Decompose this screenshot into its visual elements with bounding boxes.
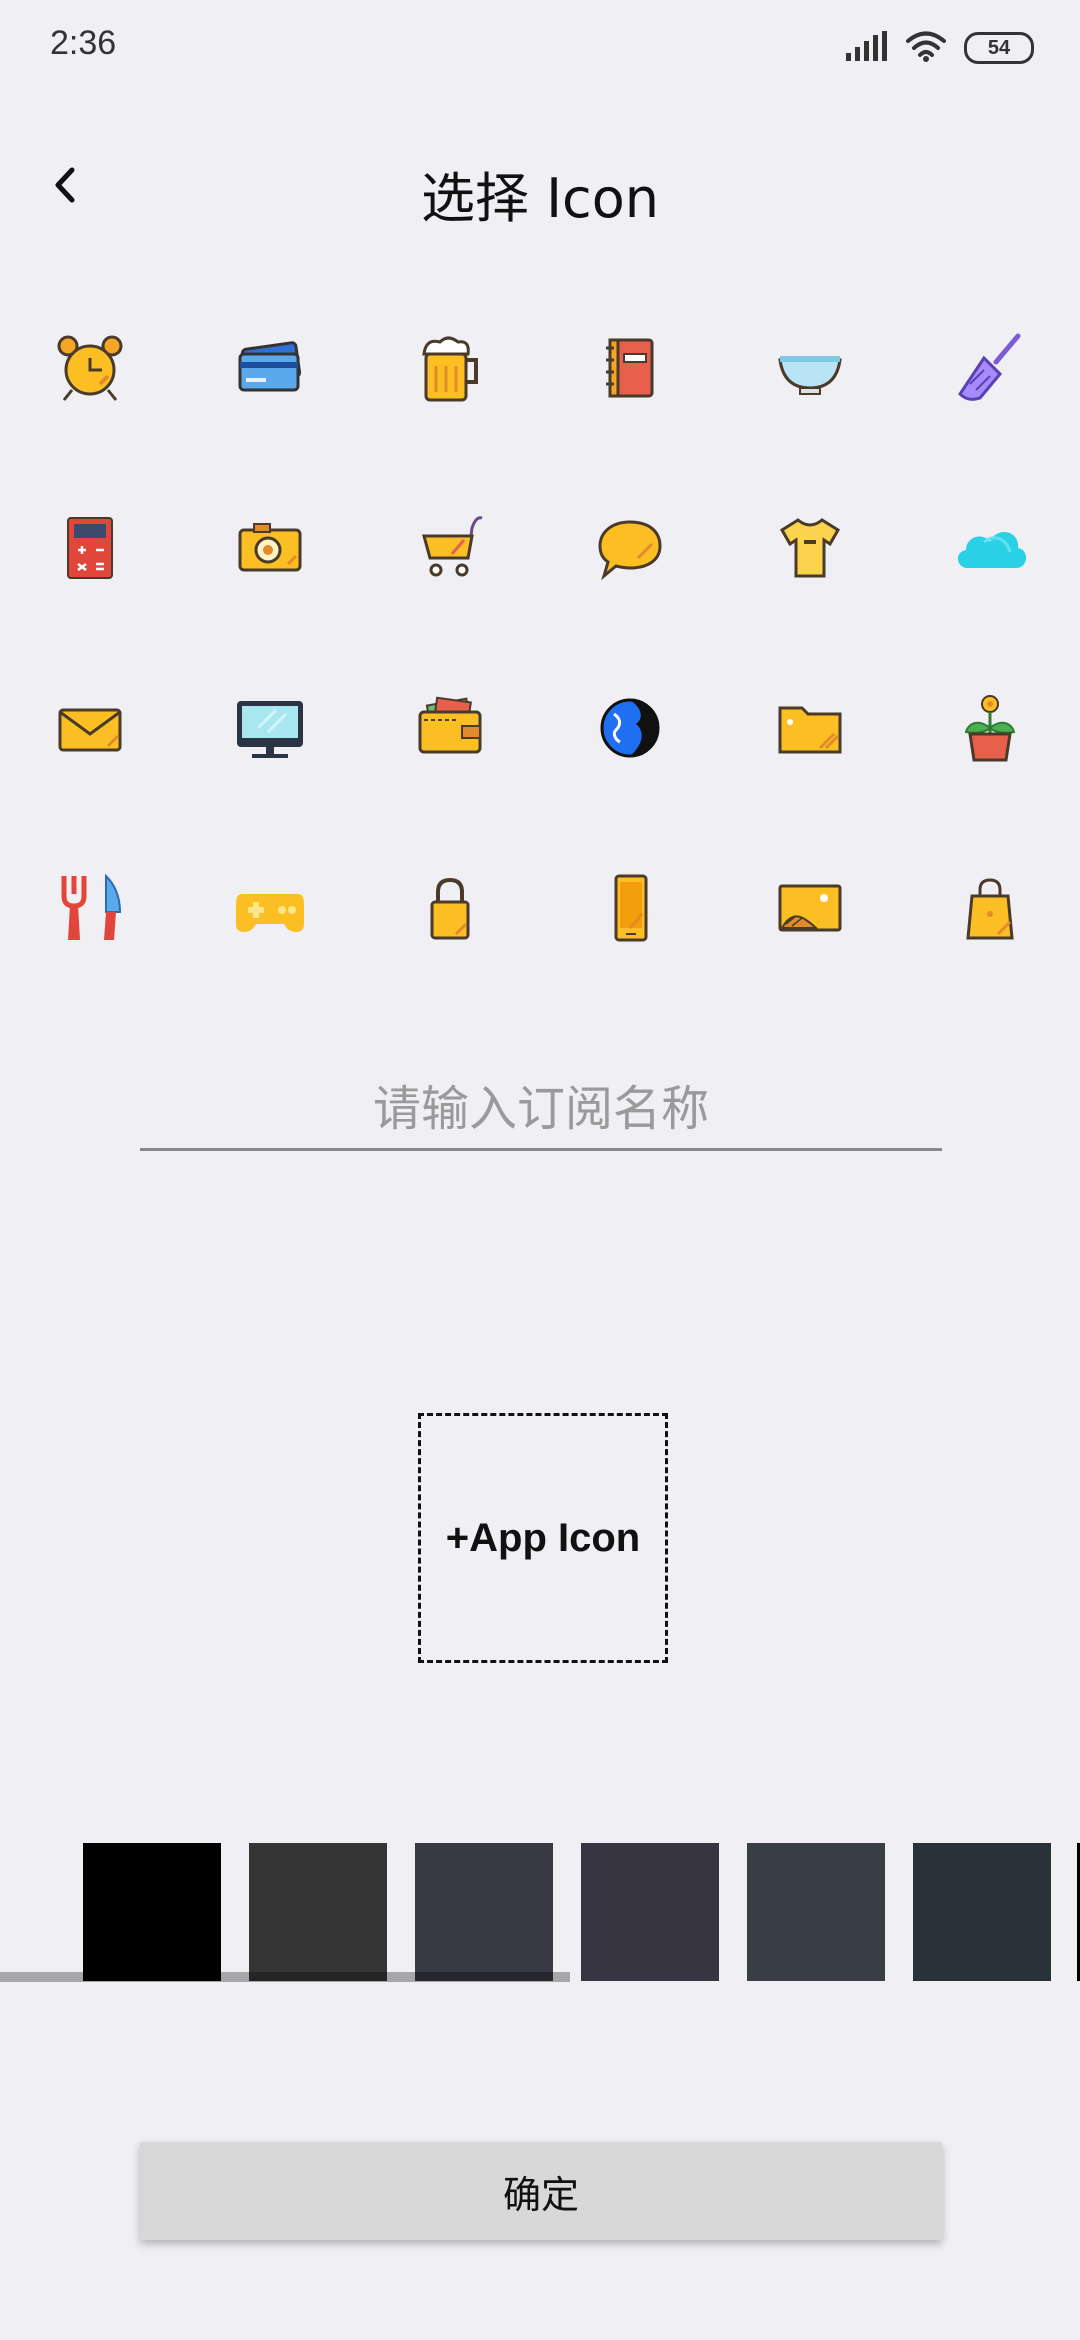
color-picker-strip <box>0 1843 1080 1983</box>
color-swatch[interactable] <box>913 1843 1051 1981</box>
icon-option-monitor[interactable] <box>180 638 360 818</box>
icon-option-phone[interactable] <box>540 818 720 998</box>
color-swatch[interactable] <box>747 1843 885 1981</box>
phone-icon <box>614 874 648 942</box>
monitor-icon <box>237 701 303 758</box>
icon-option-credit-card[interactable] <box>180 278 360 458</box>
folder-icon <box>778 706 842 754</box>
icon-option-calculator[interactable] <box>0 458 180 638</box>
fork-knife-icon <box>61 873 122 940</box>
icon-option-globe[interactable] <box>540 638 720 818</box>
chat-bubble-icon <box>598 520 662 581</box>
icon-option-fork-knife[interactable] <box>0 818 180 998</box>
icon-option-gamepad[interactable] <box>180 818 360 998</box>
icon-option-alarm-clock[interactable] <box>0 278 180 458</box>
battery-icon: 54 <box>964 32 1034 64</box>
icon-row <box>0 638 1080 818</box>
app-icon-label: +App Icon <box>445 1515 641 1560</box>
app-bar: 选择 Icon <box>0 130 1080 250</box>
color-swatch[interactable] <box>249 1843 387 1981</box>
camera-icon <box>238 523 302 572</box>
wifi-icon <box>906 30 946 66</box>
icon-option-cloud[interactable] <box>900 458 1080 638</box>
status-icons: 54 <box>846 28 1034 68</box>
app-icon-picker[interactable]: +App Icon <box>418 1413 668 1663</box>
icon-option-paintbrush[interactable] <box>900 278 1080 458</box>
subscription-name-input[interactable] <box>140 1070 942 1151</box>
back-button[interactable] <box>30 152 100 222</box>
page-title: 选择 Icon <box>420 167 660 230</box>
icon-option-notebook[interactable] <box>540 278 720 458</box>
credit-card-icon <box>238 341 302 392</box>
calculator-icon <box>67 517 113 579</box>
icon-option-shopping-cart[interactable] <box>360 458 540 638</box>
icon-option-t-shirt[interactable] <box>720 458 900 638</box>
lock-icon <box>430 877 470 940</box>
picture-icon <box>778 884 842 932</box>
status-time: 2:36 <box>50 24 117 62</box>
icon-option-chat-bubble[interactable] <box>540 458 720 638</box>
color-swatch[interactable] <box>83 1843 221 1981</box>
icon-row <box>0 278 1080 458</box>
icon-option-envelope[interactable] <box>0 638 180 818</box>
globe-icon <box>600 698 660 758</box>
t-shirt-icon <box>779 518 841 578</box>
icon-row <box>0 818 1080 998</box>
status-bar: 2:36 54 <box>0 0 1080 96</box>
icon-option-lock[interactable] <box>360 818 540 998</box>
color-swatch[interactable] <box>415 1843 553 1981</box>
icon-grid <box>0 278 1080 998</box>
subscription-name-field <box>140 1070 942 1151</box>
icon-option-flower-pot[interactable] <box>900 638 1080 818</box>
icon-option-picture[interactable] <box>720 818 900 998</box>
envelope-icon <box>58 708 122 752</box>
flower-pot-icon <box>964 695 1016 762</box>
confirm-button[interactable]: 确定 <box>140 2142 942 2240</box>
icon-option-beer-mug[interactable] <box>360 278 540 458</box>
alarm-clock-icon <box>57 335 123 401</box>
icon-option-bowl[interactable] <box>720 278 900 458</box>
color-swatch[interactable] <box>581 1843 719 1981</box>
bowl-icon <box>778 356 842 395</box>
signal-icon <box>846 31 888 65</box>
icon-option-camera[interactable] <box>180 458 360 638</box>
paintbrush-icon <box>958 333 1021 401</box>
gamepad-icon <box>236 894 304 932</box>
horizontal-scrollbar[interactable] <box>0 1972 570 1982</box>
icon-option-wallet[interactable] <box>360 638 540 818</box>
back-arrow-icon <box>50 164 80 210</box>
cloud-icon <box>957 531 1027 568</box>
notebook-icon <box>606 338 654 398</box>
icon-row <box>0 458 1080 638</box>
beer-mug-icon <box>422 336 478 402</box>
shopping-cart-icon <box>422 516 483 577</box>
shopping-bag-icon <box>966 878 1014 940</box>
icon-option-shopping-bag[interactable] <box>900 818 1080 998</box>
icon-option-folder[interactable] <box>720 638 900 818</box>
wallet-icon <box>418 696 482 754</box>
